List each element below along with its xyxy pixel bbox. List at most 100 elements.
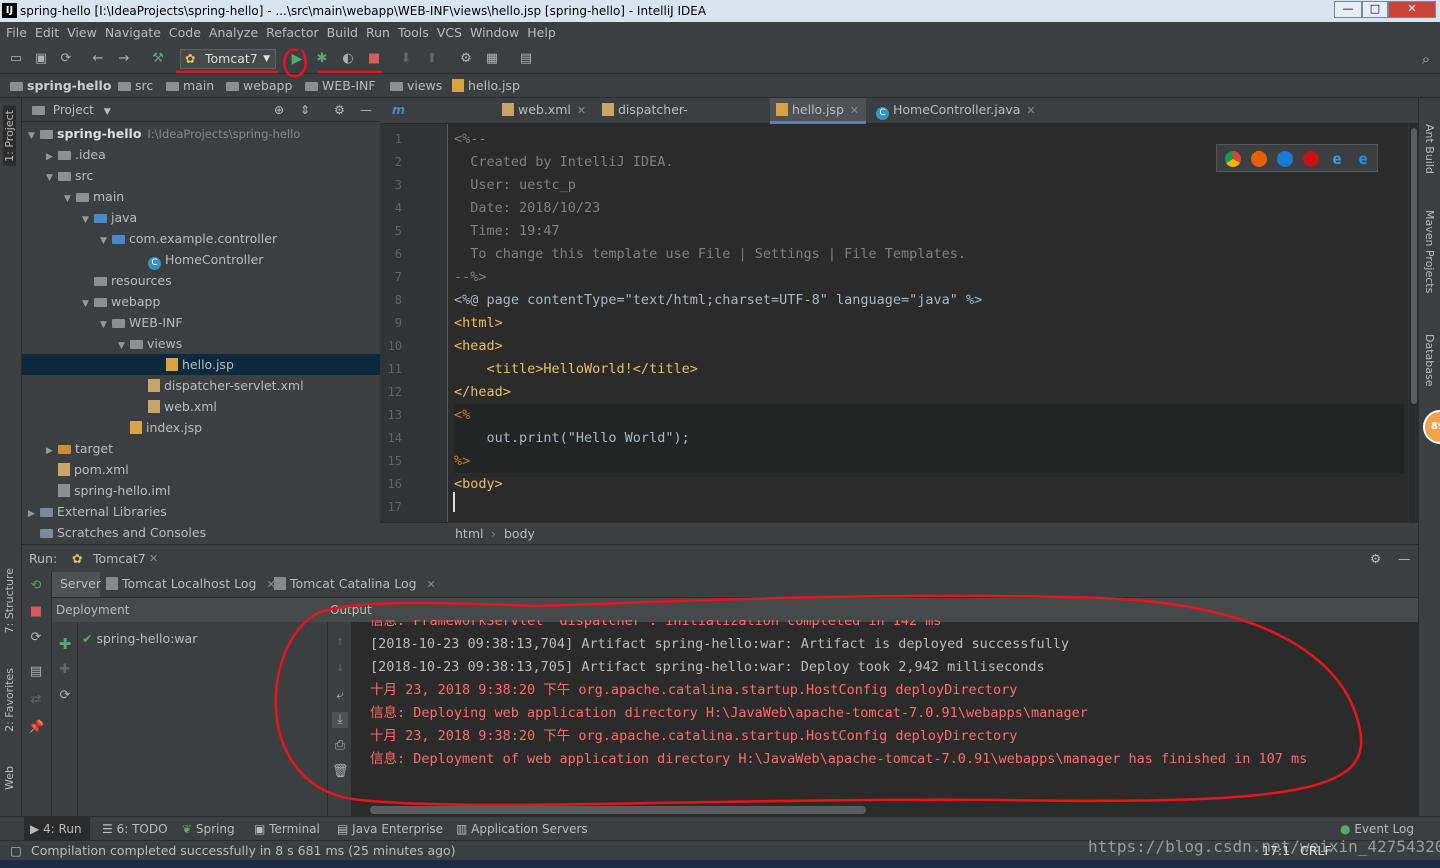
hide-panel-icon[interactable]: — [360, 98, 372, 122]
tool-tab-spring[interactable]: ❦ Spring [182, 817, 235, 841]
tab-springhello[interactable]: m springhello✕ [386, 98, 492, 141]
tool-tab-ant-build[interactable]: Ant Build [1423, 124, 1436, 174]
tab-server[interactable]: Server [52, 572, 101, 597]
tab-tomcat-catalina-log[interactable]: Tomcat Catalina Log ✕ [274, 572, 436, 597]
sync-icon[interactable]: ⟳ [58, 51, 74, 67]
deploy-add-icon[interactable]: ✚ [57, 636, 73, 652]
forward-icon[interactable]: → [116, 51, 132, 67]
edge-icon[interactable]: e [1355, 151, 1371, 167]
close-icon[interactable]: ✕ [427, 578, 436, 591]
tree-item[interactable]: ▼ webapp [22, 291, 380, 312]
breadcrumb-item[interactable]: views [390, 74, 442, 98]
vcs-commit-icon[interactable]: ⬆ [424, 51, 440, 67]
breadcrumb-item[interactable]: spring-hello [10, 74, 111, 98]
tool-tab-web[interactable]: Web [3, 766, 16, 790]
tab-hello-jsp[interactable]: hello.jsp ✕ [770, 98, 866, 124]
menu-item-file[interactable]: File [6, 25, 27, 40]
tree-item[interactable]: ▼ main [22, 186, 380, 207]
code-editor[interactable]: <%-- Created by IntelliJ IDEA. User: ues… [448, 124, 1416, 522]
crumb-html[interactable]: html [455, 523, 483, 545]
project-view-select[interactable]: Project [53, 103, 94, 117]
soft-wrap-icon[interactable]: ⤶ [332, 688, 348, 704]
tool-tab-structure[interactable]: 7: Structure [3, 568, 16, 633]
menu-item-window[interactable]: Window [470, 25, 519, 40]
menu-item-code[interactable]: Code [169, 25, 201, 40]
chevron-down-icon[interactable]: ▼ [104, 107, 111, 117]
up-arrow-icon[interactable]: ↑ [332, 634, 348, 650]
print-icon[interactable]: ⎙ [332, 738, 348, 754]
menu-item-navigate[interactable]: Navigate [105, 25, 161, 40]
chrome-icon[interactable] [1225, 151, 1241, 167]
ie-icon[interactable]: e [1329, 151, 1345, 167]
notification-badge[interactable]: 89 [1423, 410, 1440, 444]
layout-icon[interactable]: ▤ [28, 664, 44, 680]
menu-item-run[interactable]: Run [366, 25, 390, 40]
tree-item[interactable]: pom.xml [22, 459, 380, 480]
tree-item[interactable]: spring-hello.iml [22, 480, 380, 501]
close-icon[interactable]: ✕ [149, 545, 158, 573]
tree-item[interactable]: dispatcher-servlet.xml [22, 375, 380, 396]
tree-item[interactable]: web.xml [22, 396, 380, 417]
tool-tab-database[interactable]: Database [1423, 334, 1436, 387]
rerun-icon[interactable]: ⟲ [28, 578, 44, 594]
tree-item[interactable]: ▶ target [22, 438, 380, 459]
vcs-update-icon[interactable]: ⬇ [398, 51, 414, 67]
maximize-button[interactable]: □ [1362, 1, 1388, 18]
gear-icon[interactable]: ⚙ [334, 98, 345, 122]
pin-icon[interactable]: 📌 [28, 720, 44, 736]
deployment-item[interactable]: ✔ spring-hello:war [82, 630, 197, 648]
debug-icon[interactable]: ✱ [314, 51, 330, 67]
trash-icon[interactable]: 🗑 [332, 764, 349, 780]
collapse-all-icon[interactable]: ⇕ [300, 98, 310, 122]
tool-tab-todo[interactable]: ☰ 6: TODO [102, 817, 168, 841]
tab-tomcat-localhost-log[interactable]: Tomcat Localhost Log ✕ [106, 572, 276, 597]
refresh-icon[interactable]: ⟳ [57, 688, 73, 704]
tree-item[interactable]: ▼ WEB-INF [22, 312, 380, 333]
tree-item[interactable]: ▼ com.example.controller [22, 228, 380, 249]
tool-tab-maven-projects[interactable]: Maven Projects [1423, 210, 1436, 293]
undeploy-icon[interactable]: ✚ [57, 662, 73, 678]
menu-item-refactor[interactable]: Refactor [266, 25, 318, 40]
project-structure-icon[interactable]: ▦ [484, 51, 500, 67]
minimize-button[interactable]: — [1334, 1, 1362, 18]
tool-tab-favorites[interactable]: 2: Favorites [3, 668, 16, 732]
breadcrumb-item[interactable]: WEB-INF [305, 74, 376, 98]
breadcrumb-item[interactable]: hello.jsp [452, 74, 520, 98]
tree-item[interactable]: Scratches and Consoles [22, 522, 380, 543]
tool-tab-java-enterprise[interactable]: ▤ Java Enterprise [337, 817, 443, 841]
settings-wrench-icon[interactable]: ⚙ [458, 51, 474, 67]
tab-dispatcher-servlet[interactable]: dispatcher-servlet.xml✕ [596, 98, 766, 141]
tree-item[interactable]: hello.jsp [22, 354, 380, 375]
tool-tab-application-servers[interactable]: ▥ Application Servers [456, 817, 588, 841]
locate-icon[interactable]: ⊕ [274, 98, 284, 122]
update-icon[interactable]: ⟳ [28, 630, 44, 646]
stop-icon[interactable]: ■ [28, 604, 44, 620]
menu-item-analyze[interactable]: Analyze [209, 25, 258, 40]
scrollbar-thumb[interactable] [1411, 128, 1417, 404]
run-configuration-select[interactable]: ✿ Tomcat7 ▼ [180, 49, 276, 69]
close-button[interactable]: ✕ [1388, 1, 1436, 18]
back-icon[interactable]: ← [90, 51, 106, 67]
run-icon[interactable]: ▶ [289, 51, 305, 67]
gear-icon[interactable]: ⚙ [1370, 545, 1381, 573]
hide-panel-icon[interactable]: — [1398, 545, 1411, 573]
scroll-to-end-icon[interactable]: ⤓ [332, 712, 348, 728]
menu-item-tools[interactable]: Tools [398, 25, 429, 40]
menu-item-edit[interactable]: Edit [35, 25, 59, 40]
down-arrow-icon[interactable]: ↓ [332, 660, 348, 676]
tree-item[interactable]: C HomeController [22, 249, 380, 270]
sdk-icon[interactable]: ▤ [518, 51, 534, 67]
output-horizontal-scrollbar[interactable] [370, 806, 866, 814]
close-icon[interactable]: ✕ [577, 104, 586, 117]
coverage-icon[interactable]: ◐ [340, 51, 356, 67]
close-icon[interactable]: ✕ [850, 104, 859, 117]
dump-icon[interactable]: ⇄ [28, 692, 44, 708]
tab-homecontroller[interactable]: C HomeController.java ✕ [870, 98, 1038, 124]
editor-vertical-scrollbar[interactable] [1408, 124, 1418, 522]
menu-item-help[interactable]: Help [527, 25, 556, 40]
tool-tab-terminal[interactable]: ▣ Terminal [254, 817, 320, 841]
tool-tab-project[interactable]: 1: Project [3, 106, 16, 166]
tree-item[interactable]: ▶ External Libraries [22, 501, 380, 522]
tree-item[interactable]: ▼ spring-hello I:\IdeaProjects\spring-hell… [22, 123, 380, 144]
menu-item-build[interactable]: Build [327, 25, 358, 40]
